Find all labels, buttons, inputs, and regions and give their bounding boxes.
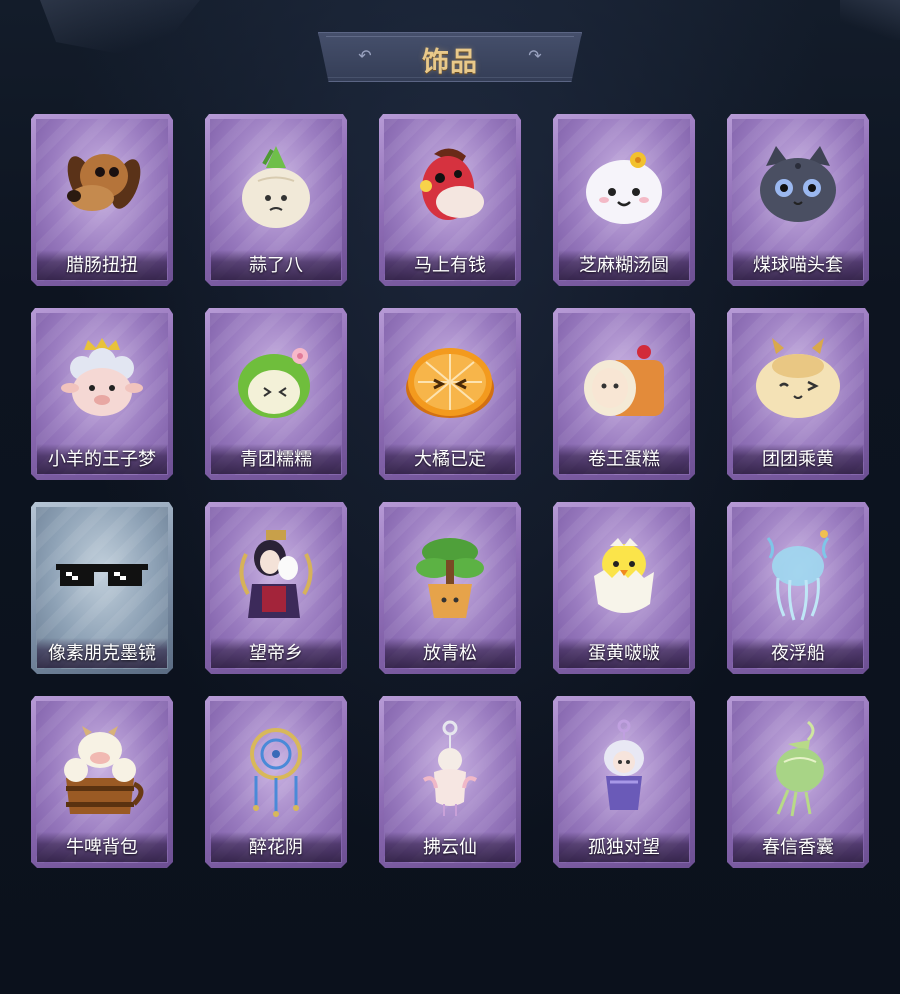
item-card[interactable]: 卷王蛋糕 (553, 308, 695, 480)
item-name: 青团糯糯 (240, 449, 312, 470)
item-card[interactable]: 望帝乡 (205, 502, 347, 674)
item-name: 醉花阴 (249, 837, 303, 858)
item-name: 牛啤背包 (66, 837, 138, 858)
potted-pine-icon (400, 524, 500, 624)
cow-beer-mug-icon (52, 718, 152, 818)
item-name: 放青松 (423, 643, 477, 664)
item-name: 芝麻糊汤圆 (579, 255, 669, 276)
black-cat-head-icon (748, 136, 848, 236)
horned-cat-bun-icon (748, 330, 848, 430)
chick-in-egg-icon (574, 524, 674, 624)
dachshund-head-icon (52, 136, 152, 236)
item-name: 像素朋克墨镜 (48, 643, 156, 664)
swiss-roll-cake-icon (574, 330, 674, 430)
pixel-sunglasses-icon (52, 524, 152, 624)
item-card[interactable]: 芝麻糊汤圆 (553, 114, 695, 286)
orange-slice-face-icon (400, 330, 500, 430)
garlic-bulb-icon (226, 136, 326, 236)
item-card[interactable]: 马上有钱 (379, 114, 521, 286)
cloud-fairy-charm-icon (400, 718, 500, 818)
item-name: 小羊的王子梦 (48, 449, 156, 470)
item-card[interactable]: 拂云仙 (379, 696, 521, 868)
item-card[interactable]: 春信香囊 (727, 696, 869, 868)
red-horse-head-icon (400, 136, 500, 236)
jellyfish-icon (748, 524, 848, 624)
item-name: 孤独对望 (588, 837, 660, 858)
rice-dumpling-flower-icon (574, 136, 674, 236)
item-card[interactable]: 夜浮船 (727, 502, 869, 674)
item-card[interactable]: 腊肠扭扭 (31, 114, 173, 286)
item-name: 拂云仙 (423, 837, 477, 858)
item-name: 马上有钱 (414, 255, 486, 276)
item-card[interactable]: 蛋黄啵啵 (553, 502, 695, 674)
item-name: 煤球喵头套 (753, 255, 843, 276)
item-name: 蛋黄啵啵 (588, 643, 660, 664)
crowned-sheep-icon (52, 330, 152, 430)
item-name: 大橘已定 (414, 449, 486, 470)
item-name: 春信香囊 (762, 837, 834, 858)
item-card[interactable]: 醉花阴 (205, 696, 347, 868)
item-card[interactable]: 蒜了八 (205, 114, 347, 286)
item-name: 腊肠扭扭 (66, 255, 138, 276)
item-card[interactable]: 团团乘黄 (727, 308, 869, 480)
item-card[interactable]: 像素朋克墨镜 (31, 502, 173, 674)
item-name: 卷王蛋糕 (588, 449, 660, 470)
green-sachet-icon (748, 718, 848, 818)
item-card[interactable]: 牛啤背包 (31, 696, 173, 868)
accessory-grid: 腊肠扭扭 蒜了八 马上有钱 芝麻糊汤圆 煤球喵头套小羊的王子梦 青团糯糯 大橘已定 卷王蛋糕 团… (0, 0, 900, 994)
item-name: 望帝乡 (249, 643, 303, 664)
item-card[interactable]: 放青松 (379, 502, 521, 674)
item-name: 蒜了八 (249, 255, 303, 276)
dreamcatcher-icon (226, 718, 326, 818)
item-name: 团团乘黄 (762, 449, 834, 470)
masked-figure-icon (226, 524, 326, 624)
green-rice-ball-icon (226, 330, 326, 430)
item-name: 夜浮船 (771, 643, 825, 664)
item-card[interactable]: 小羊的王子梦 (31, 308, 173, 480)
item-card[interactable]: 青团糯糯 (205, 308, 347, 480)
item-card[interactable]: 大橘已定 (379, 308, 521, 480)
item-card[interactable]: 煤球喵头套 (727, 114, 869, 286)
item-card[interactable]: 孤独对望 (553, 696, 695, 868)
hanging-doll-charm-icon (574, 718, 674, 818)
